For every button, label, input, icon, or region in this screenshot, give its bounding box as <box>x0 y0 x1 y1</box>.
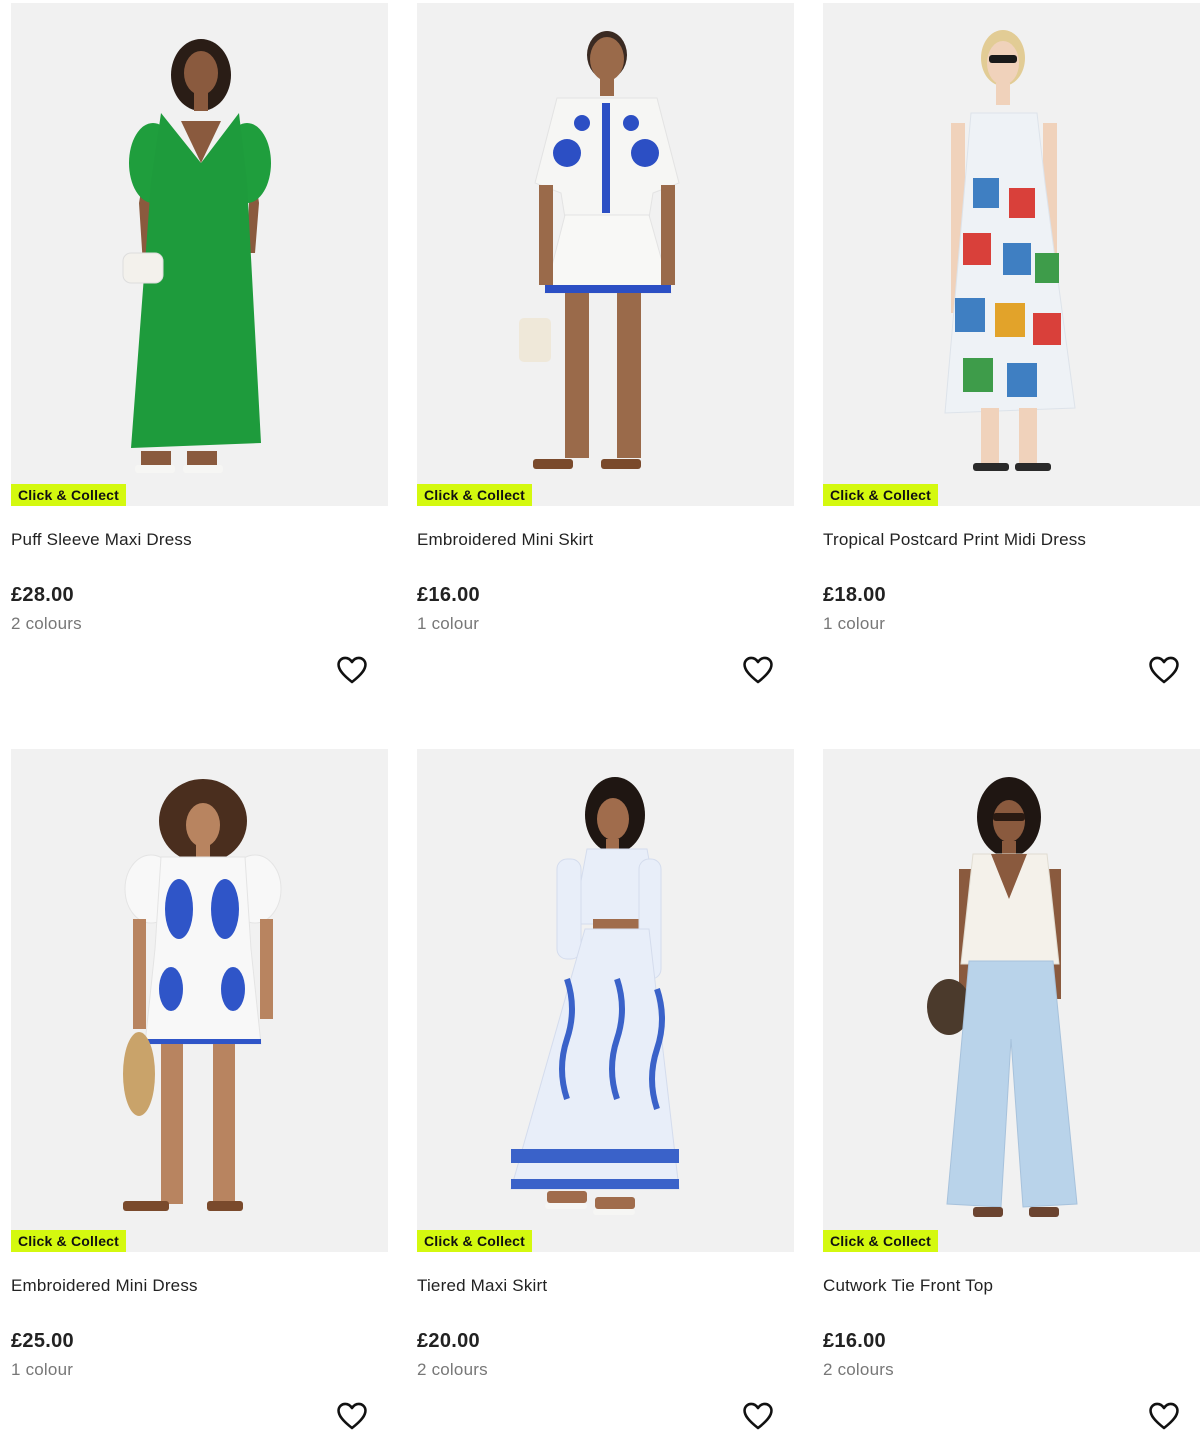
model-photo-cutwork-top-jeans <box>927 777 1078 1217</box>
product-price: £18.00 <box>823 584 886 606</box>
colour-count: 1 colour <box>417 614 480 633</box>
product-image[interactable]: Click & Collect <box>823 3 1200 506</box>
heart-outline-icon <box>337 1402 367 1430</box>
heart-outline-icon <box>743 656 773 684</box>
colour-count: 1 colour <box>823 614 886 633</box>
product-card[interactable]: Click & Collect Cutwork Tie Front Top £1… <box>823 749 1200 1432</box>
product-image[interactable]: Click & Collect <box>11 749 388 1252</box>
product-price: £25.00 <box>11 1330 74 1352</box>
product-title[interactable]: Embroidered Mini Dress <box>11 1274 388 1298</box>
model-photo-embroidered-mini-dress <box>123 779 282 1211</box>
wishlist-button[interactable] <box>741 653 775 687</box>
product-price: £16.00 <box>417 584 480 606</box>
product-image[interactable]: Click & Collect <box>417 749 794 1252</box>
heart-outline-icon <box>743 1402 773 1430</box>
product-image[interactable]: Click & Collect <box>823 749 1200 1252</box>
product-title[interactable]: Tiered Maxi Skirt <box>417 1274 794 1298</box>
wishlist-button[interactable] <box>1147 1399 1181 1432</box>
product-title[interactable]: Embroidered Mini Skirt <box>417 528 794 552</box>
colour-count: 2 colours <box>11 614 82 633</box>
model-photo-embroidered-set <box>519 31 680 469</box>
colour-count: 1 colour <box>11 1360 74 1379</box>
wishlist-button[interactable] <box>1147 653 1181 687</box>
click-collect-badge: Click & Collect <box>11 484 127 506</box>
product-title[interactable]: Tropical Postcard Print Midi Dress <box>823 528 1200 552</box>
product-image[interactable]: Click & Collect <box>11 3 388 506</box>
product-title[interactable]: Cutwork Tie Front Top <box>823 1274 1200 1298</box>
product-card[interactable]: Click & Collect Embroidered Mini Skirt £… <box>417 3 794 723</box>
model-photo-tiered-maxi-skirt <box>510 777 680 1215</box>
click-collect-badge: Click & Collect <box>823 1230 939 1252</box>
heart-outline-icon <box>1149 1402 1179 1430</box>
click-collect-badge: Click & Collect <box>11 1230 127 1252</box>
click-collect-badge: Click & Collect <box>417 484 533 506</box>
heart-outline-icon <box>337 656 367 684</box>
colour-count: 2 colours <box>823 1360 894 1379</box>
model-photo-tropical-midi-dress <box>944 30 1076 471</box>
product-card[interactable]: Click & Collect Tropical Postcard Print … <box>823 3 1200 723</box>
click-collect-badge: Click & Collect <box>823 484 939 506</box>
product-grid: Click & Collect Puff Sleeve Maxi Dress £… <box>0 0 1200 1432</box>
heart-outline-icon <box>1149 656 1179 684</box>
wishlist-button[interactable] <box>335 1399 369 1432</box>
wishlist-button[interactable] <box>741 1399 775 1432</box>
product-title[interactable]: Puff Sleeve Maxi Dress <box>11 528 388 552</box>
click-collect-badge: Click & Collect <box>417 1230 533 1252</box>
product-price: £16.00 <box>823 1330 886 1352</box>
model-photo-green-maxi-dress <box>122 39 271 473</box>
product-image[interactable]: Click & Collect <box>417 3 794 506</box>
product-card[interactable]: Click & Collect Puff Sleeve Maxi Dress £… <box>11 3 388 723</box>
product-card[interactable]: Click & Collect Tiered Maxi Skirt £20.00… <box>417 749 794 1432</box>
product-price: £28.00 <box>11 584 74 606</box>
colour-count: 2 colours <box>417 1360 488 1379</box>
product-price: £20.00 <box>417 1330 480 1352</box>
product-card[interactable]: Click & Collect Embroidered Mini Dress £… <box>11 749 388 1432</box>
wishlist-button[interactable] <box>335 653 369 687</box>
